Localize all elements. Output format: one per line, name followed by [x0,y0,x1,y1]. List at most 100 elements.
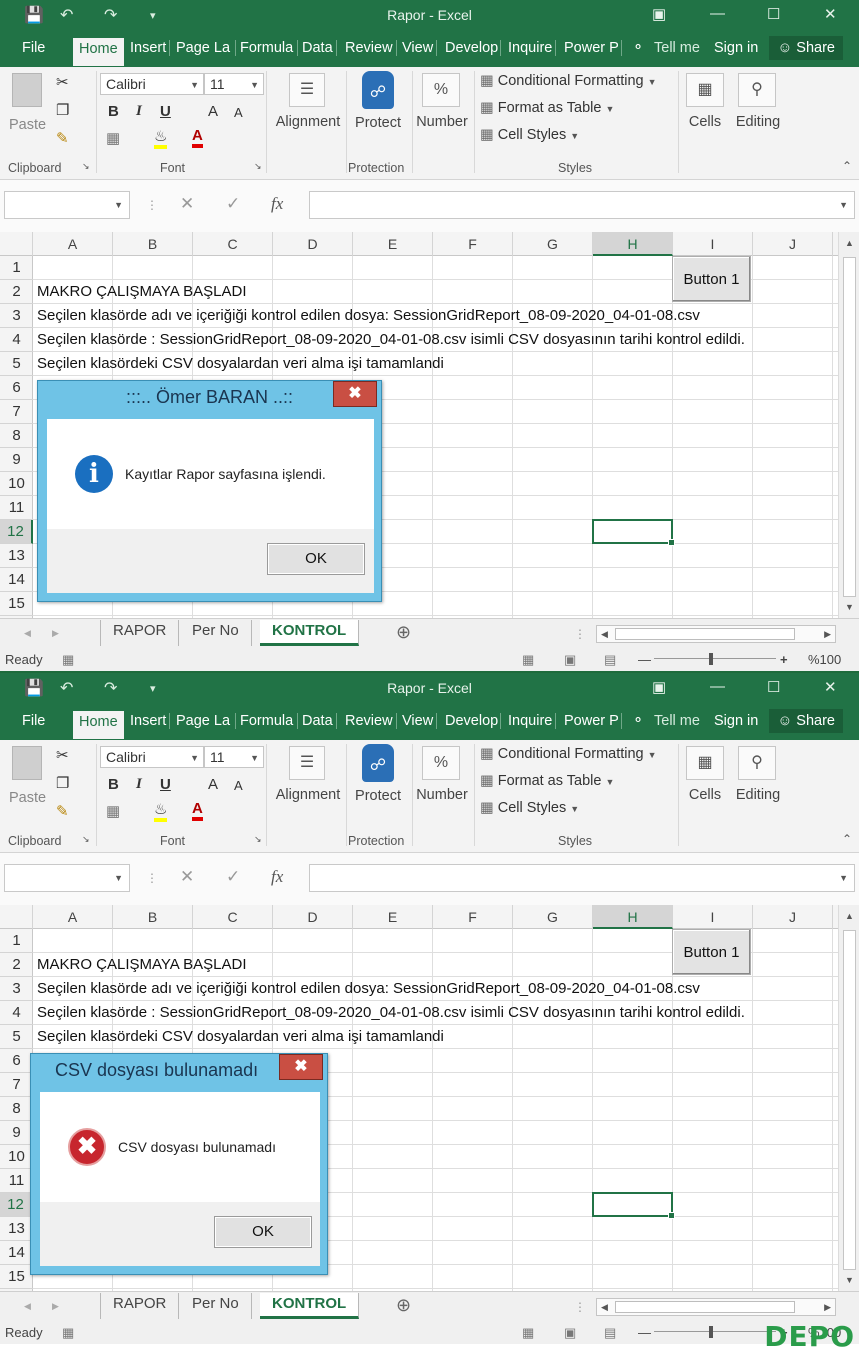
tab-formulas[interactable]: Formula [240,40,298,56]
row-header[interactable]: 6 [0,1049,33,1073]
column-header[interactable]: D [273,232,353,256]
tab-home[interactable]: Home [73,711,124,739]
protect-button[interactable]: Protect [348,788,408,804]
paste-label[interactable]: Paste [9,790,46,806]
maximize-icon[interactable]: ☐ [767,678,780,696]
scrollbar-thumb[interactable] [843,930,856,1270]
italic-button[interactable]: I [136,776,142,793]
row-header[interactable]: 6 [0,376,33,400]
cell-a3[interactable]: Seçilen klasörde adı ve içeriğiği kontro… [37,304,700,328]
normal-view-icon[interactable]: ▦ [522,652,534,668]
column-header[interactable]: E [353,905,433,929]
row-header[interactable]: 15 [0,1265,33,1289]
row-header[interactable]: 10 [0,472,33,496]
tab-file[interactable]: File [22,40,45,56]
alignment-icon[interactable]: ☰ [289,746,325,780]
column-header[interactable]: E [353,232,433,256]
minimize-icon[interactable]: — [710,5,725,22]
split-handle-icon[interactable]: ⋮ [574,627,586,641]
tab-view[interactable]: View [402,40,438,56]
cancel-entry-icon[interactable]: ✕ [180,194,194,214]
row-header[interactable]: 10 [0,1145,33,1169]
collapse-ribbon-icon[interactable]: ⌃ [842,832,852,846]
row-header[interactable]: 3 [0,977,33,1001]
tab-power-pivot[interactable]: Power P [564,713,622,729]
row-header[interactable]: 3 [0,304,33,328]
sign-in-link[interactable]: Sign in [714,40,758,56]
zoom-slider-thumb[interactable] [709,653,713,665]
tab-data[interactable]: Data [302,40,337,56]
lock-icon[interactable]: ☍ [362,71,394,109]
tab-review[interactable]: Review [345,40,397,56]
prev-sheet-icon[interactable]: ◀ [24,1301,31,1312]
ribbon-display-icon[interactable]: ▣ [652,5,666,23]
borders-icon[interactable]: ▦ [106,802,120,820]
page-break-view-icon[interactable]: ▤ [604,1325,616,1341]
scroll-right-icon[interactable]: ▶ [824,1302,831,1313]
row-header[interactable]: 14 [0,1241,33,1265]
column-header[interactable]: D [273,905,353,929]
formula-input[interactable]: ▼ [309,864,855,892]
next-sheet-icon[interactable]: ▶ [52,1301,59,1312]
name-box[interactable]: ▼ [4,864,130,892]
page-layout-view-icon[interactable]: ▣ [564,652,576,668]
column-header[interactable]: B [113,905,193,929]
cells-icon[interactable]: ▦ [686,73,724,107]
row-header[interactable]: 8 [0,424,33,448]
select-all-corner[interactable] [0,232,33,256]
tab-formulas[interactable]: Formula [240,713,298,729]
zoom-out-icon[interactable]: — [638,1325,651,1340]
cells-button[interactable]: Cells [680,787,730,803]
row-header[interactable]: 12 [0,1193,33,1217]
row-header[interactable]: 4 [0,1001,33,1025]
row-header[interactable]: 5 [0,352,33,376]
dialog-close-button[interactable]: ✖ [279,1054,323,1080]
row-header[interactable]: 12 [0,520,33,544]
bold-button[interactable]: B [108,776,119,793]
column-header[interactable]: A [33,905,113,929]
conditional-formatting-button[interactable]: ▦ Conditional Formatting ▼ [480,746,657,762]
zoom-in-icon[interactable]: + [780,652,788,667]
cell-a5[interactable]: Seçilen klasördeki CSV dosyalardan veri … [37,352,444,376]
grow-font-button[interactable]: A [208,103,218,120]
next-sheet-icon[interactable]: ▶ [52,628,59,639]
row-header[interactable]: 1 [0,256,33,280]
tab-inquire[interactable]: Inquire [508,713,557,729]
column-header[interactable]: J [753,905,833,929]
cell-styles-button[interactable]: ▦ Cell Styles ▼ [480,127,579,143]
insert-function-button[interactable]: fx [271,867,283,887]
editing-button[interactable]: Editing [730,114,786,130]
grow-font-button[interactable]: A [208,776,218,793]
shrink-font-button[interactable]: A [234,105,243,120]
row-header[interactable]: 11 [0,496,33,520]
tab-developer[interactable]: Develop [445,713,501,729]
sheet-tab-per-no[interactable]: Per No [180,620,252,646]
column-header[interactable]: A [33,232,113,256]
row-header[interactable]: 7 [0,1073,33,1097]
font-color-button[interactable]: A [192,127,203,148]
cell-a3[interactable]: Seçilen klasörde adı ve içeriğiği kontro… [37,977,700,1001]
cell-a5[interactable]: Seçilen klasördeki CSV dosyalardan veri … [37,1025,444,1049]
number-format-button[interactable]: Number [412,114,472,130]
confirm-entry-icon[interactable]: ✓ [226,194,240,214]
tab-page-layout[interactable]: Page La [176,713,236,729]
tab-insert[interactable]: Insert [130,713,171,729]
column-header[interactable]: G [513,232,593,256]
clipboard-launcher-icon[interactable]: ↘ [82,161,90,172]
macro-button[interactable]: Button 1 [672,256,751,302]
tab-file[interactable]: File [22,713,45,729]
cut-icon[interactable]: ✂ [56,73,69,91]
sign-in-link[interactable]: Sign in [714,713,758,729]
row-header[interactable]: 8 [0,1097,33,1121]
tab-page-layout[interactable]: Page La [176,40,236,56]
protect-button[interactable]: Protect [348,115,408,131]
collapse-ribbon-icon[interactable]: ⌃ [842,159,852,173]
row-header[interactable]: 13 [0,1217,33,1241]
prev-sheet-icon[interactable]: ◀ [24,628,31,639]
fill-color-icon[interactable]: ♨ [154,127,168,149]
row-header[interactable]: 7 [0,400,33,424]
vertical-scrollbar[interactable]: ▲ ▼ [838,905,859,1291]
scroll-up-icon[interactable]: ▲ [845,911,854,921]
scrollbar-thumb[interactable] [843,257,856,597]
page-break-view-icon[interactable]: ▤ [604,652,616,668]
